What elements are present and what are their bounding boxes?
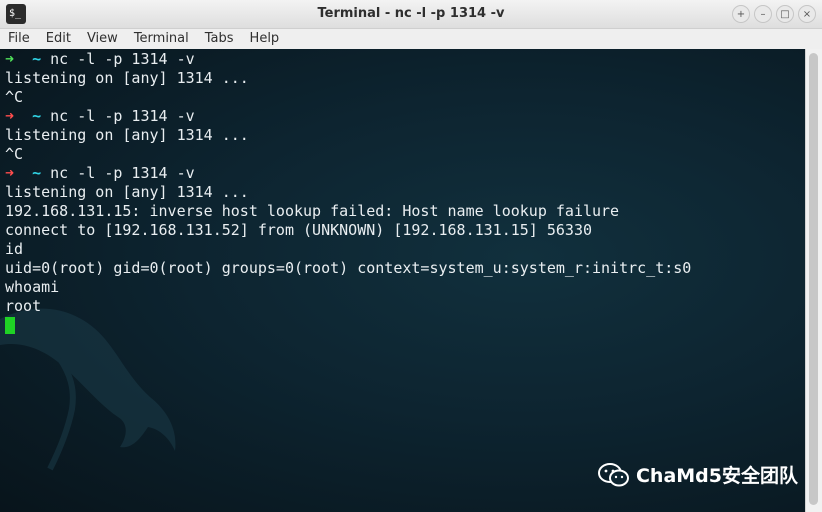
command-text: nc -l -p 1314 -v <box>41 164 195 182</box>
close-button[interactable]: × <box>798 5 816 23</box>
output-line: uid=0(root) gid=0(root) groups=0(root) c… <box>5 259 692 277</box>
output-line: ^C <box>5 145 24 163</box>
window-controls: + – □ × <box>732 5 816 23</box>
prompt-directory: ~ <box>32 50 42 68</box>
watermark: ChaMd5安全团队 <box>597 461 798 488</box>
output-line: root <box>5 297 42 315</box>
menu-help[interactable]: Help <box>242 29 288 49</box>
prompt-line: ➜ ~ nc -l -p 1314 -v <box>5 107 691 126</box>
output-line: connect to [192.168.131.52] from (UNKNOW… <box>5 221 592 239</box>
watermark-text: ChaMd5安全团队 <box>635 465 798 487</box>
output-line: listening on [any] 1314 ... <box>5 126 249 144</box>
output-line: whoami <box>5 278 60 296</box>
output-line: listening on [any] 1314 ... <box>5 183 249 201</box>
minimize-button[interactable]: – <box>754 5 772 23</box>
prompt-directory: ~ <box>32 164 42 182</box>
output-line: ^C <box>5 88 24 106</box>
prompt-line: ➜ ~ nc -l -p 1314 -v <box>5 50 691 69</box>
prompt-arrow-success-icon: ➜ <box>5 50 15 68</box>
output-line: listening on [any] 1314 ... <box>5 69 249 87</box>
scrollbar-thumb[interactable] <box>809 53 818 505</box>
prompt-directory: ~ <box>32 107 42 125</box>
window-title: Terminal - nc -l -p 1314 -v <box>317 6 505 21</box>
command-text: nc -l -p 1314 -v <box>41 107 195 125</box>
terminal-window: $_ Terminal - nc -l -p 1314 -v + – □ × F… <box>0 0 822 512</box>
terminal-area[interactable]: ➜ ~ nc -l -p 1314 -v listening on [any] 1… <box>0 49 806 512</box>
prompt-arrow-error-icon: ➜ <box>5 164 15 182</box>
prompt-arrow-error-icon: ➜ <box>5 107 15 125</box>
always-on-top-button[interactable]: + <box>732 5 750 23</box>
menu-bar: File Edit View Terminal Tabs Help <box>0 29 822 49</box>
menu-file[interactable]: File <box>0 29 38 49</box>
output-line: id <box>5 240 24 258</box>
title-bar[interactable]: $_ Terminal - nc -l -p 1314 -v + – □ × <box>0 0 822 29</box>
vertical-scrollbar[interactable] <box>805 49 822 512</box>
maximize-button[interactable]: □ <box>776 5 794 23</box>
menu-view[interactable]: View <box>79 29 126 49</box>
cursor-line <box>5 316 691 335</box>
menu-tabs[interactable]: Tabs <box>197 29 242 49</box>
terminal-output: ➜ ~ nc -l -p 1314 -v listening on [any] 1… <box>5 50 691 335</box>
menu-edit[interactable]: Edit <box>38 29 79 49</box>
command-text: nc -l -p 1314 -v <box>41 50 195 68</box>
output-line: 192.168.131.15: inverse host lookup fail… <box>5 202 620 220</box>
terminal-cursor <box>5 317 15 334</box>
prompt-line: ➜ ~ nc -l -p 1314 -v <box>5 164 691 183</box>
menu-terminal[interactable]: Terminal <box>126 29 197 49</box>
wechat-icon <box>597 462 629 486</box>
